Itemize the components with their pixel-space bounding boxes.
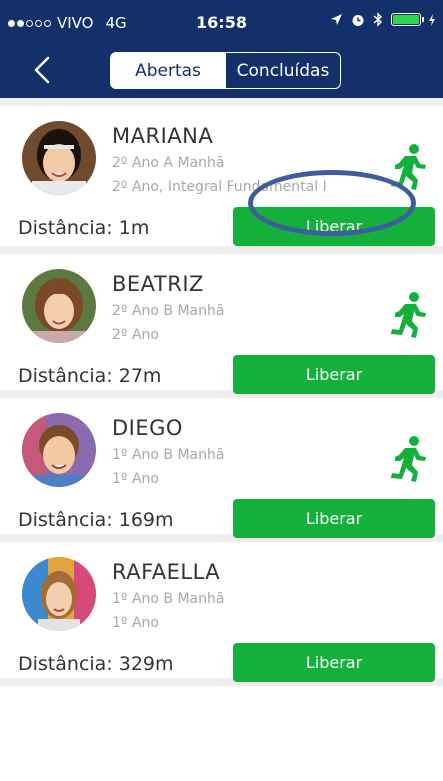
student-name: DIEGO (112, 416, 183, 440)
student-name: MARIANA (112, 124, 214, 148)
student-program: 2º Ano, Integral Fundamental I (112, 179, 327, 195)
student-class: 2º Ano B Manhã (112, 303, 225, 319)
status-bar: VIVO 4G 16:58 (0, 0, 443, 40)
list-item: BEATRIZ 2º Ano B Manhã 2º Ano Distância:… (0, 254, 443, 394)
charging-icon (429, 13, 435, 26)
liberar-button[interactable]: Liberar (233, 643, 435, 682)
status-right (330, 12, 435, 27)
student-name: BEATRIZ (112, 272, 204, 296)
student-class: 2º Ano A Manhã (112, 155, 225, 171)
avatar (22, 269, 96, 343)
student-class: 1º Ano B Manhã (112, 591, 225, 607)
battery-icon (391, 13, 424, 26)
student-program: 1º Ano (112, 615, 159, 631)
avatar (22, 413, 96, 487)
segmented-control: Abertas Concluídas (110, 52, 341, 89)
location-arrow-icon (331, 14, 342, 25)
list-item: MARIANA 2º Ano A Manhã 2º Ano, Integral … (0, 106, 443, 246)
student-program: 1º Ano (112, 471, 159, 487)
distance-label: Distância: 27m (18, 365, 162, 387)
bluetooth-icon (373, 12, 383, 27)
tab-concluidas[interactable]: Concluídas (225, 53, 340, 88)
alarm-icon (352, 14, 364, 26)
student-list: MARIANA 2º Ano A Manhã 2º Ano, Integral … (0, 98, 443, 686)
running-person-icon (391, 144, 426, 190)
student-class: 1º Ano B Manhã (112, 447, 225, 463)
distance-label: Distância: 1m (18, 217, 150, 239)
screen: VIVO 4G 16:58 Abertas Concluídas MARIANA… (0, 0, 443, 781)
distance-label: Distância: 169m (18, 509, 174, 531)
avatar (22, 557, 96, 631)
liberar-button[interactable]: Liberar (233, 207, 435, 246)
tab-abertas[interactable]: Abertas (111, 53, 225, 88)
running-person-icon (391, 436, 426, 482)
divider (0, 246, 443, 254)
distance-label: Distância: 329m (18, 653, 174, 675)
list-item: DIEGO 1º Ano B Manhã 1º Ano Distância: 1… (0, 398, 443, 538)
liberar-button[interactable]: Liberar (233, 355, 435, 394)
running-person-icon (391, 292, 426, 338)
list-item: RAFAELLA 1º Ano B Manhã 1º Ano Distância… (0, 542, 443, 682)
header: VIVO 4G 16:58 Abertas Concluídas (0, 0, 443, 98)
avatar (22, 121, 96, 195)
liberar-button[interactable]: Liberar (233, 499, 435, 538)
student-name: RAFAELLA (112, 560, 221, 584)
back-arrow-icon[interactable] (28, 52, 64, 88)
student-program: 2º Ano (112, 327, 159, 343)
divider (0, 98, 443, 106)
